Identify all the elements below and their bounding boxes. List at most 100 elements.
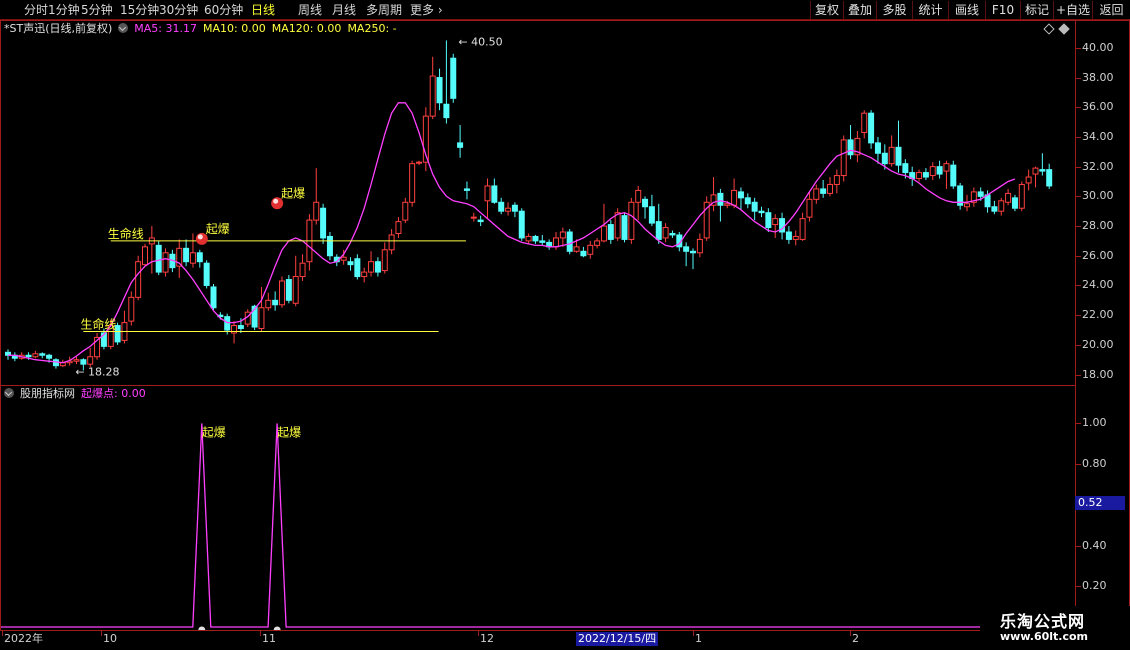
candle [827, 177, 833, 197]
candle-body [361, 271, 368, 278]
price-tick [1076, 47, 1081, 49]
candle-body [409, 163, 416, 203]
candle [566, 229, 573, 255]
candle [737, 187, 744, 210]
candle [32, 350, 39, 359]
candle-body [840, 139, 847, 177]
candle [874, 136, 881, 164]
candle [1018, 181, 1025, 212]
candle [443, 40, 450, 124]
cursor-value-box: 0.52 [1075, 496, 1125, 510]
candle-body [806, 198, 813, 218]
candle [518, 208, 525, 241]
candle-body [587, 244, 594, 255]
candle-body [436, 77, 443, 104]
candle-body [642, 198, 649, 208]
candle [388, 229, 395, 255]
candle-body [491, 185, 498, 203]
candle [922, 168, 929, 181]
candle [477, 215, 484, 227]
candle [368, 251, 375, 277]
candle-body [998, 200, 1005, 212]
candle-body [87, 356, 94, 365]
candle-body [655, 221, 662, 240]
candle [888, 135, 895, 167]
candle [409, 160, 416, 207]
price-tick-label: 38.00 [1082, 70, 1114, 84]
candle [203, 260, 210, 289]
candle [320, 203, 327, 244]
candle [491, 178, 498, 204]
candle-body [929, 166, 936, 177]
candle [347, 257, 354, 271]
candle [1025, 169, 1032, 191]
candle-body [203, 262, 210, 286]
candle [162, 248, 169, 277]
candle [354, 254, 361, 280]
price-tick-label: 28.00 [1082, 219, 1114, 233]
candle [279, 276, 285, 308]
candle [395, 217, 402, 238]
candle-body [279, 280, 285, 306]
candle [265, 292, 272, 311]
candle-body [142, 246, 148, 266]
candle-body [964, 203, 970, 208]
indicator-tick [1076, 464, 1081, 466]
candle-body [1018, 183, 1025, 209]
candle [52, 358, 59, 369]
candle-body [285, 279, 292, 301]
candle-body [237, 325, 244, 330]
candle-body [635, 189, 642, 203]
candle-body [196, 252, 203, 263]
signal-ball-icon [273, 198, 279, 204]
candle [861, 110, 868, 139]
candle [635, 185, 642, 221]
candle [840, 135, 847, 182]
candle [532, 234, 539, 244]
candle-body [354, 258, 361, 278]
date-tick-label: 11 [262, 632, 276, 645]
candle [505, 202, 512, 216]
candle [594, 237, 601, 249]
candle [916, 169, 923, 182]
candle-body [162, 252, 169, 273]
candle [847, 125, 854, 160]
candle [799, 212, 806, 241]
sub-chart-layer: 起爆 起爆 [0, 423, 1076, 634]
candle-body [648, 206, 655, 224]
indicator-tick-label: 0.80 [1082, 457, 1107, 471]
candle [94, 332, 101, 360]
candle-body [46, 354, 53, 359]
kline-chart[interactable]: 生命线生命线起爆起爆← 40.50← 18.28 起爆 起爆 [0, 0, 1130, 650]
candle [703, 196, 710, 241]
candle [662, 223, 669, 243]
candle [820, 180, 827, 198]
candle-body [1005, 192, 1012, 203]
price-tick [1076, 344, 1081, 346]
candle-body [758, 210, 765, 214]
candle-body [340, 256, 347, 261]
candle-body [916, 172, 923, 180]
candle [285, 275, 292, 304]
candle-body [1025, 176, 1032, 184]
price-tick [1076, 136, 1081, 138]
candle-body [484, 185, 491, 202]
date-tick-label: 12 [480, 632, 494, 645]
price-tick [1076, 226, 1081, 228]
candle-body [991, 206, 998, 212]
price-tick-label: 18.00 [1082, 367, 1114, 381]
candle-body [32, 353, 39, 358]
candle [183, 239, 190, 267]
peak-label: 起爆 [202, 425, 226, 439]
candle-body [518, 210, 525, 239]
candle [484, 178, 491, 219]
candle [785, 226, 792, 244]
candle-body [25, 354, 32, 358]
candle-body [874, 142, 881, 154]
price-tick-label: 30.00 [1082, 189, 1114, 203]
candle-body [813, 188, 820, 200]
candle-body [498, 201, 505, 212]
candle [210, 283, 217, 311]
candle [792, 230, 799, 246]
candle-body [792, 235, 799, 240]
